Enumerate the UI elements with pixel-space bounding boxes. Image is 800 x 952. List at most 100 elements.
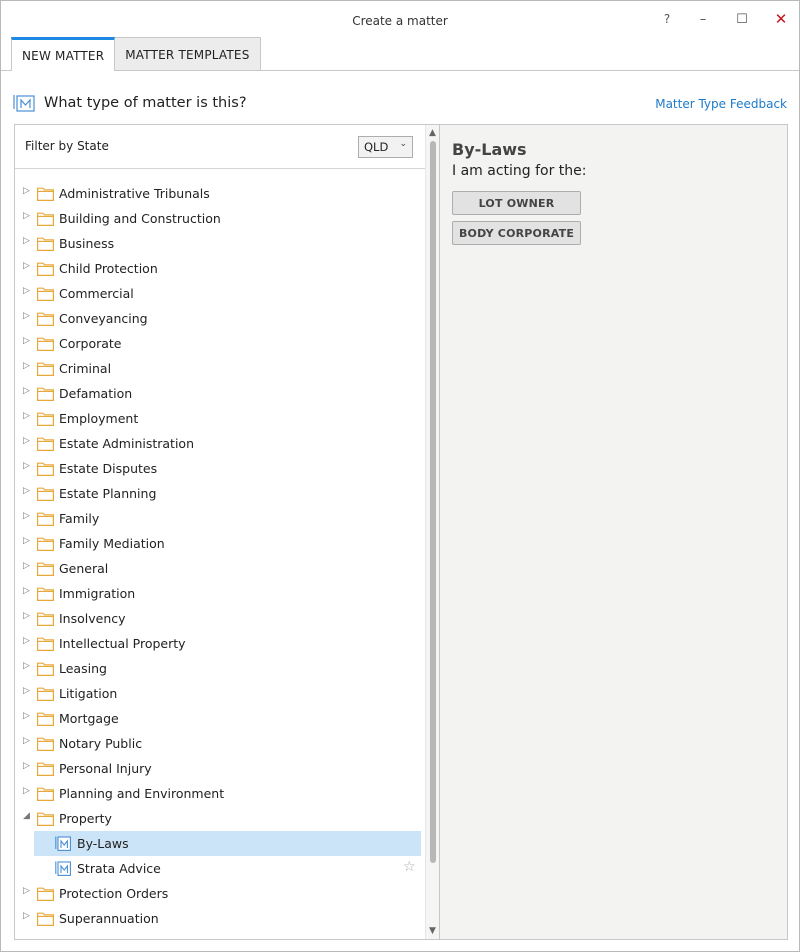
- tree-item-label: Immigration: [59, 586, 136, 601]
- expand-arrow-icon[interactable]: ▷: [23, 411, 33, 423]
- tree-folder-item[interactable]: ▷ Estate Disputes: [15, 456, 425, 481]
- matter-type-icon: [55, 861, 71, 876]
- expand-arrow-icon[interactable]: ▷: [23, 736, 33, 748]
- expand-arrow-icon[interactable]: ▷: [23, 711, 33, 723]
- tree-child-item[interactable]: By-Laws: [15, 831, 425, 856]
- expand-arrow-icon[interactable]: ▷: [23, 561, 33, 573]
- tree-folder-item[interactable]: ▷ Child Protection: [15, 256, 425, 281]
- tree-folder-item[interactable]: ▷ Estate Administration: [15, 431, 425, 456]
- expand-arrow-icon[interactable]: ▷: [23, 361, 33, 373]
- tree-folder-item[interactable]: ▷ Building and Construction: [15, 206, 425, 231]
- help-button[interactable]: ?: [653, 7, 681, 31]
- folder-icon: [37, 461, 54, 476]
- expand-arrow-icon[interactable]: ▷: [23, 486, 33, 498]
- tree-scrollbar[interactable]: ▲ ▼: [425, 125, 439, 939]
- expand-arrow-icon[interactable]: ▷: [23, 261, 33, 273]
- expand-arrow-icon[interactable]: ▷: [23, 786, 33, 798]
- expand-arrow-icon[interactable]: ▷: [23, 886, 33, 898]
- tree-folder-item[interactable]: ▷ Mortgage: [15, 706, 425, 731]
- scroll-down-arrow-icon[interactable]: ▼: [429, 926, 436, 936]
- expand-arrow-icon[interactable]: ▷: [23, 586, 33, 598]
- tree-folder-item[interactable]: ▷ Employment: [15, 406, 425, 431]
- expand-arrow-icon[interactable]: ▷: [23, 336, 33, 348]
- expand-arrow-icon[interactable]: ▷: [23, 461, 33, 473]
- expand-arrow-icon[interactable]: ▷: [23, 636, 33, 648]
- tab-matter-templates[interactable]: MATTER TEMPLATES: [115, 37, 261, 71]
- tree-item-label: Building and Construction: [59, 211, 221, 226]
- folder-icon: [37, 411, 54, 426]
- tree-folder-item[interactable]: ▷ Criminal: [15, 356, 425, 381]
- minimize-button[interactable]: –: [689, 7, 717, 31]
- tree-folder-item[interactable]: ◢ Property: [15, 806, 425, 831]
- tree-folder-item[interactable]: ▷ Defamation: [15, 381, 425, 406]
- expand-arrow-icon[interactable]: ▷: [23, 386, 33, 398]
- tree-item-label: Estate Disputes: [59, 461, 158, 476]
- expand-arrow-icon[interactable]: ▷: [23, 536, 33, 548]
- state-select[interactable]: QLD ⌄: [358, 136, 413, 158]
- tree-item-label: Criminal: [59, 361, 112, 376]
- tree-folder-item[interactable]: ▷ Commercial: [15, 281, 425, 306]
- folder-icon: [37, 611, 54, 626]
- tree-folder-item[interactable]: ▷ Insolvency: [15, 606, 425, 631]
- tree-folder-item[interactable]: ▷ General: [15, 556, 425, 581]
- tree-folder-item[interactable]: ▷ Leasing: [15, 656, 425, 681]
- folder-icon: [37, 511, 54, 526]
- scroll-up-arrow-icon[interactable]: ▲: [429, 128, 436, 138]
- tree-folder-item[interactable]: ▷ Planning and Environment: [15, 781, 425, 806]
- tree-item-label: Corporate: [59, 336, 122, 351]
- expand-arrow-icon[interactable]: ▷: [23, 311, 33, 323]
- tree-item-label: Defamation: [59, 386, 133, 401]
- tree-folder-item[interactable]: ▷ Immigration: [15, 581, 425, 606]
- tree-item-label: General: [59, 561, 109, 576]
- body-corporate-button[interactable]: BODY CORPORATE: [452, 221, 581, 245]
- tree-folder-item[interactable]: ▷ Superannuation: [15, 906, 425, 931]
- tree-folder-item[interactable]: ▷ Family: [15, 506, 425, 531]
- expand-arrow-icon[interactable]: ▷: [23, 436, 33, 448]
- expand-arrow-icon[interactable]: ▷: [23, 911, 33, 923]
- folder-icon: [37, 311, 54, 326]
- favorite-star-icon[interactable]: ☆: [403, 859, 416, 875]
- expand-arrow-icon[interactable]: ▷: [23, 236, 33, 248]
- tree-child-item[interactable]: Strata Advice ☆: [15, 856, 425, 881]
- expand-arrow-icon[interactable]: ▷: [23, 611, 33, 623]
- tree-folder-item[interactable]: ▷ Notary Public: [15, 731, 425, 756]
- matter-detail-panel: By-Laws I am acting for the: LOT OWNER B…: [440, 124, 788, 940]
- close-button[interactable]: ✕: [767, 7, 795, 31]
- expand-arrow-icon[interactable]: ▷: [23, 661, 33, 673]
- expand-arrow-icon[interactable]: ▷: [23, 211, 33, 223]
- matter-type-icon: [55, 836, 71, 851]
- tree-folder-item[interactable]: ▷ Intellectual Property: [15, 631, 425, 656]
- folder-icon: [37, 536, 54, 551]
- detail-title: By-Laws: [452, 140, 527, 159]
- folder-icon: [37, 786, 54, 801]
- tree-folder-item[interactable]: ▷ Conveyancing: [15, 306, 425, 331]
- tree-folder-item[interactable]: ▷ Family Mediation: [15, 531, 425, 556]
- tree-item-label: Estate Administration: [59, 436, 195, 451]
- tree-item-label: Strata Advice: [77, 861, 161, 876]
- expand-arrow-icon[interactable]: ▷: [23, 686, 33, 698]
- expand-arrow-icon[interactable]: ▷: [23, 286, 33, 298]
- folder-icon: [37, 811, 54, 826]
- expand-arrow-icon[interactable]: ▷: [23, 186, 33, 198]
- tree-folder-item[interactable]: ▷ Estate Planning: [15, 481, 425, 506]
- tab-new-matter[interactable]: NEW MATTER: [11, 37, 116, 71]
- collapse-arrow-icon[interactable]: ◢: [23, 811, 33, 823]
- folder-icon: [37, 186, 54, 201]
- lot-owner-button[interactable]: LOT OWNER: [452, 191, 581, 215]
- tree-folder-item[interactable]: ▷ Administrative Tribunals: [15, 181, 425, 206]
- expand-arrow-icon[interactable]: ▷: [23, 761, 33, 773]
- tree-folder-item[interactable]: ▷ Personal Injury: [15, 756, 425, 781]
- tree-folder-item[interactable]: ▷ Protection Orders: [15, 881, 425, 906]
- tree-folder-item[interactable]: ▷ Litigation: [15, 681, 425, 706]
- tree-item-label: Administrative Tribunals: [59, 186, 210, 201]
- matter-type-feedback-link[interactable]: Matter Type Feedback: [655, 97, 787, 111]
- expand-arrow-icon[interactable]: ▷: [23, 511, 33, 523]
- tree-item-label: Intellectual Property: [59, 636, 186, 651]
- tree-item-label: Protection Orders: [59, 886, 169, 901]
- tree-folder-item[interactable]: ▷ Business: [15, 231, 425, 256]
- scroll-thumb[interactable]: [430, 141, 436, 863]
- tree-folder-item[interactable]: ▷ Corporate: [15, 331, 425, 356]
- tree-item-label: Personal Injury: [59, 761, 152, 776]
- maximize-button[interactable]: ☐: [728, 7, 756, 31]
- tree-item-label: Mortgage: [59, 711, 119, 726]
